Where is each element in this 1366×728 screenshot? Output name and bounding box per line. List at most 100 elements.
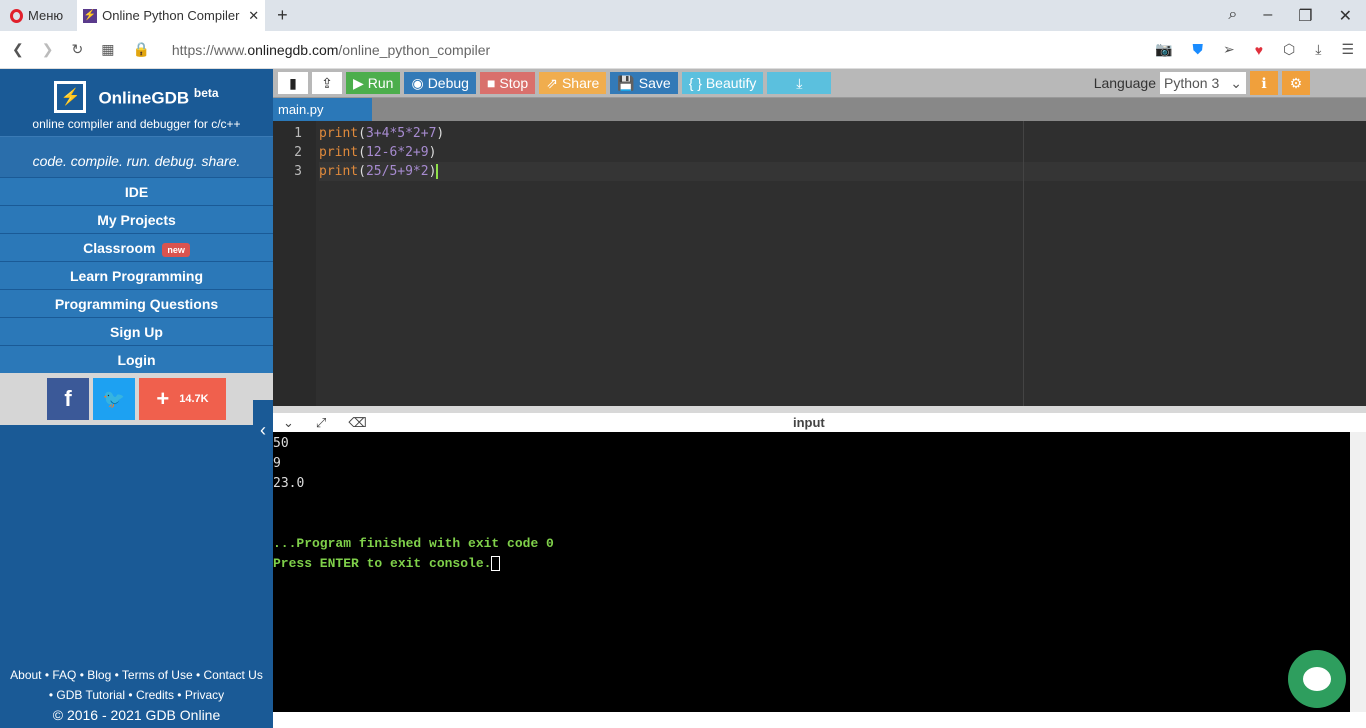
- console-output[interactable]: 50 9 23.0 ...Program finished with exit …: [273, 432, 1366, 712]
- download-icon[interactable]: ⤓: [1315, 41, 1321, 58]
- output-line: 50: [273, 436, 289, 451]
- new-badge: new: [162, 243, 190, 257]
- twitter-share-button[interactable]: 🐦: [93, 378, 135, 420]
- stop-label: Stop: [499, 75, 529, 91]
- code-line[interactable]: print(3+4*5*2+7): [319, 124, 1366, 143]
- close-window-icon[interactable]: ✕: [1339, 6, 1352, 26]
- language-label: Language: [1093, 75, 1156, 91]
- output-line: 9: [273, 456, 281, 471]
- run-label: Run: [367, 75, 394, 91]
- save-label: Save: [638, 75, 671, 91]
- line-number: 3: [294, 164, 302, 179]
- chevron-down-icon: ⌄: [1230, 75, 1242, 91]
- lightning-logo-icon: ⚡: [54, 81, 87, 113]
- chat-button[interactable]: [1288, 650, 1346, 708]
- toolbar: ▮ ⇪ ▶ Run ◉ Debug ■ Stop ⇗ Share 💾 Save …: [273, 69, 1366, 97]
- code-editor[interactable]: 1 2 3 print(3+4*5*2+7) print(12-6*2+9) pri…: [273, 121, 1366, 406]
- stop-button[interactable]: ■ Stop: [479, 72, 536, 94]
- reload-icon[interactable]: ↻: [71, 41, 83, 58]
- shield-icon[interactable]: ⛊: [1192, 41, 1203, 58]
- url-domain: onlinegdb.com: [247, 41, 339, 58]
- language-value: Python 3: [1164, 75, 1220, 91]
- heart-icon[interactable]: ♥: [1255, 42, 1263, 58]
- share-button[interactable]: ⇗ Share: [539, 72, 607, 94]
- info-button[interactable]: ℹ: [1250, 71, 1278, 95]
- download-code-button[interactable]: ⤓: [767, 72, 832, 94]
- brand-logo[interactable]: ⚡ OnlineGDB beta online compiler and debu…: [0, 69, 273, 136]
- nav-ide[interactable]: IDE: [0, 177, 273, 205]
- restore-icon[interactable]: ❐: [1298, 6, 1312, 26]
- console-scrollbar[interactable]: [1350, 432, 1366, 712]
- nav-login[interactable]: Login: [0, 345, 273, 373]
- lock-icon: 🔒: [132, 41, 150, 57]
- url-field[interactable]: https://www.onlinegdb.com/online_python_…: [172, 42, 490, 58]
- pane-splitter[interactable]: [273, 406, 1366, 413]
- code-line[interactable]: print(12-6*2+9): [319, 143, 1366, 162]
- plus-icon: +: [156, 386, 170, 411]
- opera-logo-icon: [10, 8, 23, 23]
- language-select[interactable]: Python 3 ⌄: [1160, 72, 1246, 94]
- chat-bubble-icon: [1303, 667, 1331, 691]
- expand-icon[interactable]: ⤢: [316, 415, 326, 431]
- debug-label: Debug: [427, 75, 469, 91]
- share-label: Share: [561, 75, 600, 91]
- nav-classroom-label: Classroom: [83, 240, 156, 256]
- browser-tab-bar: Меню ⚡ Online Python Compiler - online ✕ +…: [0, 0, 1366, 31]
- clear-console-icon[interactable]: ⌫: [348, 415, 366, 431]
- nav-learn-programming[interactable]: Learn Programming: [0, 261, 273, 289]
- share-count: 14.7K: [179, 393, 209, 405]
- footer-links-1[interactable]: About • FAQ • Blog • Terms of Use • Cont…: [0, 665, 273, 685]
- address-bar: ❮ ❯ ↻ ▦ 🔒 https://www.onlinegdb.com/online_p…: [0, 31, 1366, 69]
- new-file-button[interactable]: ▮: [278, 72, 308, 94]
- nav-my-projects[interactable]: My Projects: [0, 205, 273, 233]
- facebook-share-button[interactable]: f: [47, 378, 89, 420]
- exit-message: ...Program finished with exit code 0: [273, 536, 554, 551]
- sidebar: ⚡ OnlineGDB beta online compiler and debu…: [0, 69, 273, 728]
- footer-links-2[interactable]: • GDB Tutorial • Credits • Privacy: [0, 685, 273, 705]
- settings-sliders-icon[interactable]: ☰: [1341, 41, 1354, 58]
- send-icon[interactable]: ➢: [1223, 41, 1235, 58]
- nav-sign-up[interactable]: Sign Up: [0, 317, 273, 345]
- console-title: input: [793, 415, 825, 430]
- print-margin: [1023, 121, 1024, 406]
- close-tab-icon[interactable]: ✕: [248, 8, 259, 24]
- brand-subtitle: online compiler and debugger for c/c++: [32, 117, 241, 131]
- press-enter-message: Press ENTER to exit console.: [273, 556, 492, 571]
- nav-classroom[interactable]: Classroom new: [0, 233, 273, 261]
- url-path: /online_python_compiler: [338, 41, 491, 58]
- copyright: © 2016 - 2021 GDB Online: [52, 707, 221, 723]
- camera-icon[interactable]: 📷: [1155, 41, 1172, 58]
- menu-label: Меню: [28, 8, 64, 23]
- save-button[interactable]: 💾 Save: [610, 72, 678, 94]
- file-tab-main-py[interactable]: main.py: [273, 98, 372, 122]
- tagline: code. compile. run. debug. share.: [0, 136, 273, 177]
- browser-tab[interactable]: ⚡ Online Python Compiler - online ✕: [77, 0, 266, 31]
- run-button[interactable]: ▶ Run: [346, 72, 401, 94]
- nav-programming-questions[interactable]: Programming Questions: [0, 289, 273, 317]
- opera-menu-button[interactable]: Меню: [0, 8, 77, 23]
- tab-title: Online Python Compiler - online: [102, 8, 243, 23]
- line-number: 1: [294, 126, 302, 141]
- upload-button[interactable]: ⇪: [312, 72, 342, 94]
- search-icon[interactable]: ⌕: [1228, 6, 1237, 26]
- console-cursor: [491, 556, 501, 572]
- output-line: 23.0: [273, 476, 305, 491]
- addthis-share-button[interactable]: +14.7K: [139, 378, 226, 420]
- settings-gear-button[interactable]: ⚙: [1282, 71, 1310, 95]
- collapse-console-icon[interactable]: ⌄: [283, 415, 294, 431]
- back-icon[interactable]: ❮: [12, 41, 24, 58]
- minimize-icon[interactable]: –: [1263, 6, 1272, 26]
- collapse-sidebar-button[interactable]: ‹: [253, 400, 273, 460]
- brand-name: OnlineGDB: [98, 88, 190, 108]
- tabs-grid-icon[interactable]: ▦: [101, 41, 114, 58]
- code-line[interactable]: print(25/5+9*2): [319, 162, 1366, 181]
- cube-icon[interactable]: ⬡: [1283, 41, 1295, 58]
- new-tab-icon[interactable]: +: [265, 5, 288, 26]
- onlinegdb-favicon-icon: ⚡: [83, 8, 98, 23]
- debug-button[interactable]: ◉ Debug: [404, 72, 476, 94]
- beta-label: beta: [193, 85, 219, 100]
- beautify-button[interactable]: { } Beautify: [681, 72, 764, 94]
- line-number: 2: [294, 145, 302, 160]
- url-prefix: https://www.: [171, 41, 248, 58]
- forward-icon[interactable]: ❯: [42, 41, 54, 58]
